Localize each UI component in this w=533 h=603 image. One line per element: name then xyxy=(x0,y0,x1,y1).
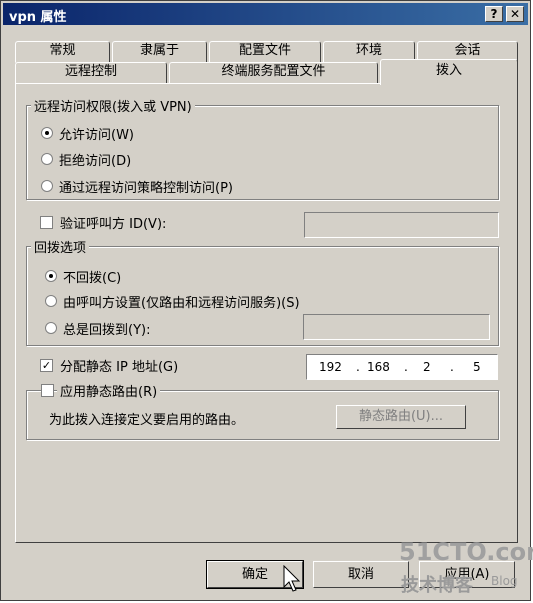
watermark-site: 51CTO.com xyxy=(399,538,533,566)
radio-always-callback[interactable] xyxy=(45,322,57,334)
ip-octet-2[interactable]: 168 xyxy=(367,360,390,374)
callback-legend: 回拨选项 xyxy=(31,237,90,256)
help-button[interactable]: ? xyxy=(485,6,503,22)
tab-general[interactable]: 常规 xyxy=(15,41,110,63)
tab-member-of[interactable]: 隶属于 xyxy=(112,41,207,63)
ip-dot-1: . xyxy=(356,360,360,374)
verify-caller-label[interactable]: 验证呼叫方 ID(V): xyxy=(60,213,166,232)
tab-terminal-services-profile[interactable]: 终端服务配置文件 xyxy=(169,62,378,84)
always-callback-label[interactable]: 总是回拨到(Y): xyxy=(63,319,150,338)
ip-octet-1[interactable]: 192 xyxy=(319,360,342,374)
radio-allow-access[interactable] xyxy=(41,127,53,139)
static-routes-description: 为此拨入连接定义要启用的路由。 xyxy=(49,413,245,428)
window-title: vpn 属性 xyxy=(9,10,67,25)
verify-caller-checkbox[interactable] xyxy=(40,216,53,229)
static-ip-input[interactable]: 192 . 168 . 2 . 5 xyxy=(306,354,498,380)
tab-remote-control[interactable]: 远程控制 xyxy=(15,62,167,84)
remote-access-legend: 远程访问权限(拨入或 VPN) xyxy=(31,96,195,115)
radio-caller-set[interactable] xyxy=(45,295,57,307)
static-routes-checkbox[interactable] xyxy=(41,384,54,397)
always-callback-input[interactable] xyxy=(303,314,490,340)
cancel-button[interactable]: 取消 xyxy=(313,561,409,588)
policy-control-label[interactable]: 通过远程访问策略控制访问(P) xyxy=(59,177,233,196)
callback-group: 回拨选项 不回拨(C) 由呼叫方设置(仅路由和远程访问服务)(S) 总是回拨到(… xyxy=(26,237,499,346)
caller-set-label[interactable]: 由呼叫方设置(仅路由和远程访问服务)(S) xyxy=(63,292,300,311)
tab-profile[interactable]: 配置文件 xyxy=(209,41,321,63)
static-routes-button[interactable]: 静态路由(U)... xyxy=(336,405,466,429)
static-routes-label[interactable]: 应用静态路由(R) xyxy=(57,381,161,400)
close-button[interactable]: ✕ xyxy=(506,6,524,22)
static-ip-checkbox[interactable]: ✓ xyxy=(40,359,53,372)
remote-access-group: 远程访问权限(拨入或 VPN) 允许访问(W) 拒绝访问(D) 通过远程访问策略… xyxy=(26,96,499,200)
deny-access-label[interactable]: 拒绝访问(D) xyxy=(59,150,131,169)
radio-policy-control[interactable] xyxy=(41,180,53,192)
ip-octet-4[interactable]: 5 xyxy=(473,360,481,374)
mouse-cursor-icon xyxy=(283,565,301,592)
verify-caller-input[interactable] xyxy=(304,212,499,238)
radio-no-callback[interactable] xyxy=(45,270,57,282)
static-routes-group: 应用静态路由(R) 为此拨入连接定义要启用的路由。 静态路由(U)... xyxy=(26,381,499,440)
ip-dot-2: . xyxy=(404,360,408,374)
properties-dialog: vpn 属性 ? ✕ 常规 隶属于 配置文件 环境 会话 远程控制 终端服务配置… xyxy=(0,0,533,601)
ip-dot-3: . xyxy=(450,360,454,374)
watermark-sub: 技术博客 xyxy=(401,575,473,596)
no-callback-label[interactable]: 不回拨(C) xyxy=(63,267,121,286)
title-bar: vpn 属性 ? ✕ xyxy=(3,3,528,25)
tab-dial-in[interactable]: 拨入 xyxy=(380,59,518,85)
dial-in-panel: 远程访问权限(拨入或 VPN) 允许访问(W) 拒绝访问(D) 通过远程访问策略… xyxy=(15,83,518,543)
radio-deny-access[interactable] xyxy=(41,153,53,165)
static-ip-label[interactable]: 分配静态 IP 地址(G) xyxy=(60,356,178,375)
ip-octet-3[interactable]: 2 xyxy=(423,360,431,374)
watermark-blog: Blog xyxy=(491,574,518,588)
allow-access-label[interactable]: 允许访问(W) xyxy=(59,124,134,143)
